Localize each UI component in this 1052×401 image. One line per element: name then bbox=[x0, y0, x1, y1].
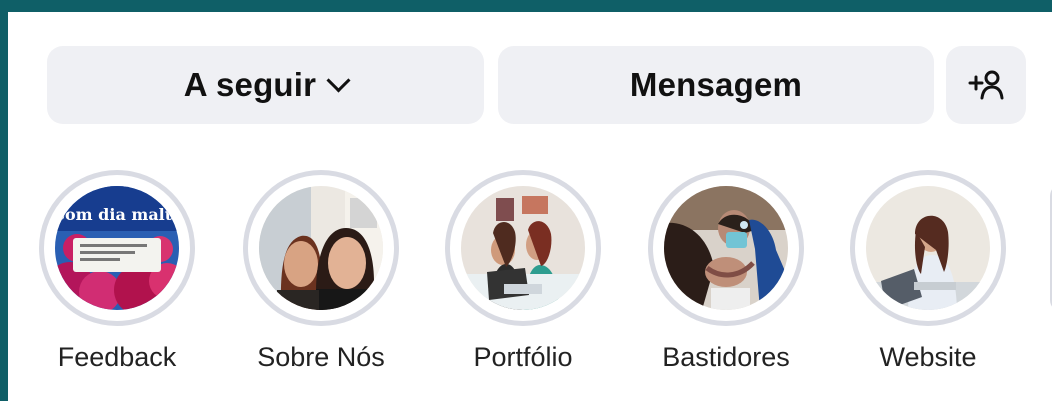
two-women-photo bbox=[259, 186, 383, 310]
highlight-ring-gap bbox=[450, 175, 596, 321]
highlight-label-feedback: Feedback bbox=[57, 342, 177, 372]
laptop-team-photo bbox=[461, 186, 585, 310]
highlight-ring-gap bbox=[653, 175, 799, 321]
highlight-label-about: Sobre Nós bbox=[257, 342, 385, 372]
story-highlight-about[interactable]: Sobre Nós bbox=[243, 170, 399, 373]
following-button[interactable]: A seguir bbox=[47, 46, 484, 124]
following-label: A seguir bbox=[183, 66, 317, 103]
highlight-ring-gap: Bom dia malta bbox=[44, 175, 190, 321]
add-person-button[interactable] bbox=[946, 46, 1026, 124]
highlight-label-backstage: Bastidores bbox=[662, 342, 790, 372]
cover-text: Bom dia malta bbox=[55, 205, 179, 224]
profile-actions-panel: A seguir Mensagem Bom dia malta Feedback… bbox=[8, 12, 1052, 401]
highlight-label-website: Website bbox=[879, 342, 977, 372]
highlight-ring-gap bbox=[855, 175, 1001, 321]
flowers-text-image: Bom dia malta bbox=[55, 186, 179, 310]
woman-laptop-photo bbox=[866, 186, 990, 310]
highlight-ring bbox=[648, 170, 804, 326]
story-highlight-portfolio[interactable]: Portfólio bbox=[445, 170, 601, 373]
dental-clinic-photo bbox=[664, 186, 788, 310]
message-label: Mensagem bbox=[629, 66, 803, 103]
highlight-label-portfolio: Portfólio bbox=[473, 342, 573, 372]
story-highlight-backstage[interactable]: Bastidores bbox=[648, 170, 804, 373]
highlight-ring bbox=[445, 170, 601, 326]
highlight-ring bbox=[850, 170, 1006, 326]
highlight-ring-gap bbox=[248, 175, 394, 321]
story-highlight-website[interactable]: Website bbox=[850, 170, 1006, 373]
add-person-icon bbox=[968, 70, 1004, 100]
message-button[interactable]: Mensagem bbox=[498, 46, 934, 124]
highlight-ring: Bom dia malta bbox=[39, 170, 195, 326]
story-highlight-feedback[interactable]: Bom dia malta Feedback bbox=[39, 170, 195, 373]
highlight-ring bbox=[243, 170, 399, 326]
chevron-down-icon bbox=[326, 68, 351, 93]
